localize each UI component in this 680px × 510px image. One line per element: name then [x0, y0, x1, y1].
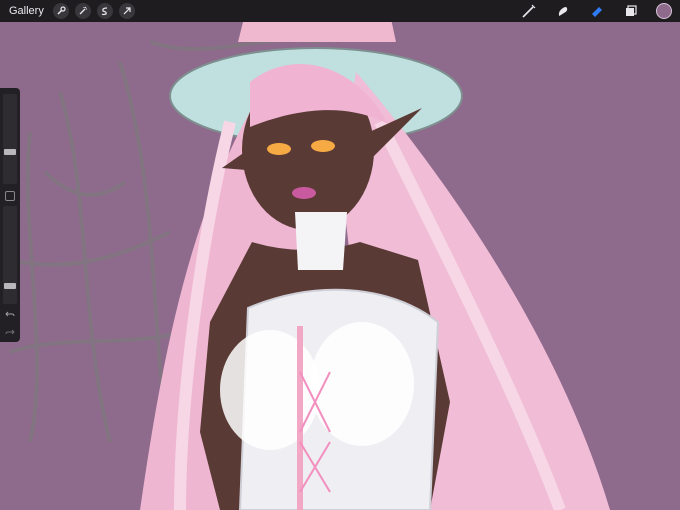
transform-arrow-icon[interactable]: [118, 3, 135, 19]
wrench-icon[interactable]: [52, 3, 69, 19]
brush-size-slider[interactable]: [3, 94, 17, 184]
redo-icon[interactable]: [4, 326, 16, 338]
gallery-button[interactable]: Gallery: [9, 5, 44, 17]
brush-icon[interactable]: [520, 2, 538, 20]
procreate-window: Gallery: [0, 0, 680, 510]
opacity-slider[interactable]: [3, 206, 17, 304]
layers-icon[interactable]: [622, 2, 640, 20]
selection-s-icon[interactable]: [96, 3, 113, 19]
brush-sidebar: [0, 88, 20, 342]
tool-group: [504, 0, 680, 22]
eyedropper-square-icon[interactable]: [5, 191, 15, 201]
opacity-thumb[interactable]: [4, 283, 16, 290]
brush-size-thumb[interactable]: [4, 148, 16, 155]
smudge-icon[interactable]: [554, 2, 572, 20]
artwork: [0, 14, 680, 510]
color-picker-swatch[interactable]: [656, 3, 672, 19]
magic-wand-icon[interactable]: [74, 3, 91, 19]
undo-icon[interactable]: [4, 308, 16, 320]
top-toolbar: Gallery: [0, 0, 680, 22]
drawing-canvas[interactable]: [0, 14, 680, 510]
eraser-icon[interactable]: [588, 2, 606, 20]
